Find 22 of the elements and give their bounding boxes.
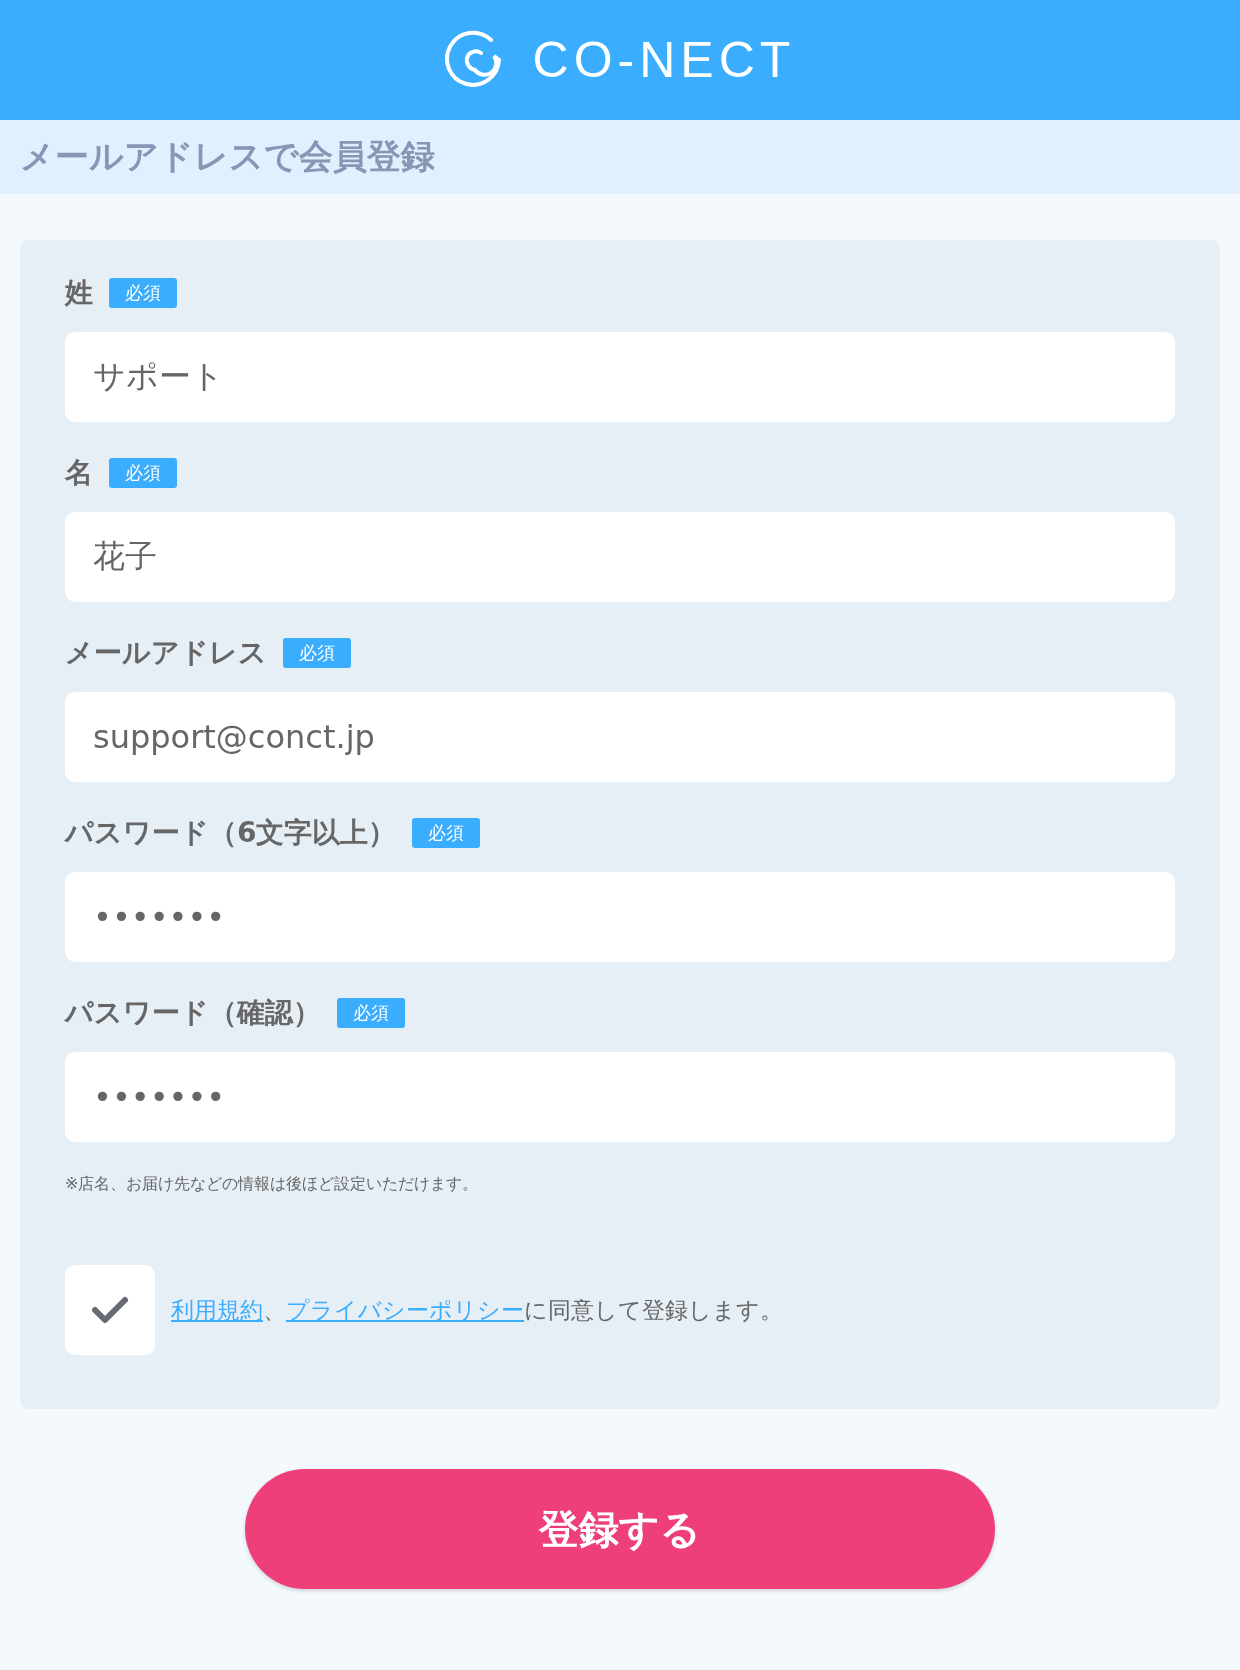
agree-checkbox[interactable] bbox=[65, 1265, 155, 1355]
field-label: 名 bbox=[65, 455, 93, 491]
input-field[interactable]: ••••••• bbox=[65, 872, 1175, 962]
logo-text: CO-NECT bbox=[532, 31, 796, 89]
check-icon bbox=[90, 1295, 130, 1325]
field-label: パスワード（6文字以上） bbox=[65, 815, 397, 851]
required-badge: 必須 bbox=[412, 818, 481, 848]
page-title: メールアドレスで会員登録 bbox=[20, 135, 435, 178]
input-field[interactable]: 花子 bbox=[65, 512, 1175, 602]
field-label: 姓 bbox=[65, 275, 93, 311]
input-field[interactable]: support@conct.jp bbox=[65, 692, 1175, 782]
required-badge: 必須 bbox=[283, 638, 351, 668]
input-field[interactable]: ••••••• bbox=[65, 1052, 1175, 1142]
register-button[interactable]: 登録する bbox=[245, 1469, 995, 1589]
required-badge: 必須 bbox=[109, 458, 177, 488]
field-label: パスワード（確認） bbox=[65, 995, 321, 1031]
required-badge: 必須 bbox=[109, 278, 177, 308]
note-text: ※店名、お届け先などの情報は後ほど設定いただけます。 bbox=[65, 1174, 480, 1195]
input-field[interactable]: サポート bbox=[65, 332, 1175, 422]
required-badge: 必須 bbox=[337, 998, 405, 1028]
field-label: メールアドレス bbox=[65, 635, 267, 671]
agreement-text: 利用規約、プライバシーポリシーに同意して登録します。 bbox=[171, 1295, 783, 1325]
